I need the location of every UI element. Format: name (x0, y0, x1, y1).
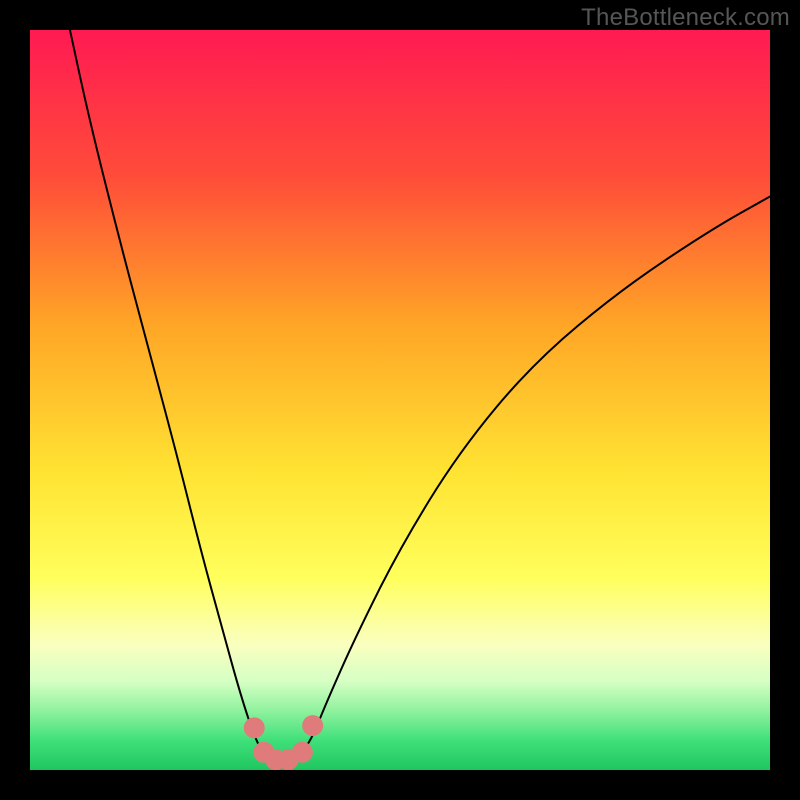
bottleneck-chart (30, 30, 770, 770)
curve-marker (244, 717, 265, 738)
curve-marker (292, 742, 313, 763)
watermark-text: TheBottleneck.com (581, 4, 790, 32)
gradient-background (30, 30, 770, 770)
plot-frame (30, 30, 770, 770)
curve-marker (302, 715, 323, 736)
